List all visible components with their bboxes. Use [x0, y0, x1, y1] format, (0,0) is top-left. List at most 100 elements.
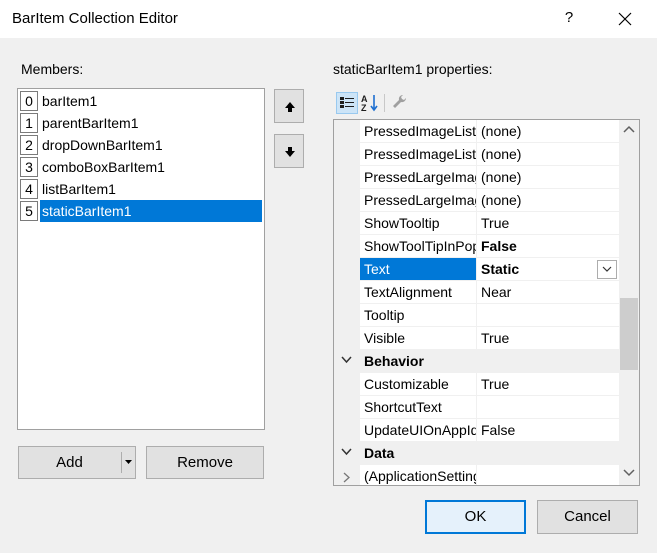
chevron-right-icon[interactable]: [343, 472, 350, 483]
category-name: Behavior: [360, 350, 477, 373]
remove-button[interactable]: Remove: [146, 446, 264, 479]
member-index: 5: [20, 201, 38, 221]
title-bar: BarItem Collection Editor ?: [0, 0, 657, 38]
ok-button[interactable]: OK: [425, 500, 526, 534]
member-index: 1: [20, 113, 38, 133]
toolbar-separator: [384, 94, 385, 112]
property-value[interactable]: False: [477, 235, 619, 258]
member-name: dropDownBarItem1: [42, 137, 163, 153]
member-item[interactable]: 4 listBarItem1: [18, 178, 264, 200]
chevron-down-icon[interactable]: [341, 448, 352, 456]
alphabetical-button[interactable]: A Z: [359, 92, 381, 114]
property-row[interactable]: PressedImageList (none): [334, 143, 619, 166]
close-icon: [618, 12, 632, 26]
close-button[interactable]: [612, 6, 638, 32]
member-name: listBarItem1: [42, 181, 116, 197]
member-index: 2: [20, 135, 38, 155]
window-title: BarItem Collection Editor: [12, 10, 178, 27]
property-row[interactable]: ShortcutText: [334, 396, 619, 419]
property-grid[interactable]: PressedImageList (none) PressedImageList…: [333, 119, 640, 486]
scroll-thumb[interactable]: [620, 298, 638, 370]
categorized-button[interactable]: [336, 92, 358, 114]
add-button-label: Add: [56, 454, 83, 471]
member-name: parentBarItem1: [42, 115, 139, 131]
property-value[interactable]: [477, 465, 619, 485]
property-value[interactable]: True: [477, 373, 619, 396]
member-index: 0: [20, 91, 38, 111]
cancel-button[interactable]: Cancel: [537, 500, 638, 534]
property-value[interactable]: (none): [477, 166, 619, 189]
property-name: TextAlignment: [360, 281, 477, 304]
property-name: PressedLargeImage: [360, 166, 477, 189]
property-pages-button[interactable]: [390, 92, 412, 114]
property-row[interactable]: UpdateUIOnAppIdle False: [334, 419, 619, 442]
member-index: 4: [20, 179, 38, 199]
property-name: ShortcutText: [360, 396, 477, 419]
property-value[interactable]: (none): [477, 189, 619, 212]
property-name: ShowToolTipInPopup: [360, 235, 477, 258]
property-value[interactable]: False: [477, 419, 619, 442]
property-name: Tooltip: [360, 304, 477, 327]
property-value[interactable]: Near: [477, 281, 619, 304]
svg-text:Z: Z: [361, 103, 367, 113]
property-value[interactable]: [477, 396, 619, 419]
help-button[interactable]: ?: [562, 9, 576, 26]
property-name: (ApplicationSettings): [360, 465, 477, 485]
members-label: Members:: [21, 61, 84, 77]
property-value[interactable]: (none): [477, 143, 619, 166]
member-name: staticBarItem1: [40, 200, 262, 222]
property-name: PressedImageList: [360, 143, 477, 166]
categorized-icon: [340, 97, 354, 108]
property-row[interactable]: Tooltip: [334, 304, 619, 327]
property-row[interactable]: ShowToolTipInPopup False: [334, 235, 619, 258]
property-name: PressedImageList: [360, 120, 477, 143]
properties-label: staticBarItem1 properties:: [333, 61, 493, 77]
vertical-scrollbar[interactable]: [619, 120, 639, 485]
member-item[interactable]: 2 dropDownBarItem1: [18, 134, 264, 156]
property-row[interactable]: PressedImageList (none): [334, 120, 619, 143]
property-value[interactable]: (none): [477, 120, 619, 143]
property-row[interactable]: Visible True: [334, 327, 619, 350]
property-name: UpdateUIOnAppIdle: [360, 419, 477, 442]
property-row[interactable]: PressedLargeImage (none): [334, 189, 619, 212]
member-index: 3: [20, 157, 38, 177]
property-row-selected[interactable]: Text Static: [334, 258, 619, 281]
member-item[interactable]: 0 barItem1: [18, 90, 264, 112]
member-name: barItem1: [42, 93, 98, 109]
move-up-button[interactable]: [274, 89, 304, 123]
property-value[interactable]: True: [477, 212, 619, 235]
property-name: Text: [360, 258, 477, 281]
category-name: Data: [360, 442, 477, 465]
property-name: ShowTooltip: [360, 212, 477, 235]
member-item-selected[interactable]: 5 staticBarItem1: [18, 200, 264, 222]
scroll-up-icon[interactable]: [623, 125, 635, 133]
member-item[interactable]: 1 parentBarItem1: [18, 112, 264, 134]
chevron-down-icon[interactable]: [125, 460, 132, 465]
split-divider: [121, 452, 122, 473]
property-row[interactable]: ShowTooltip True: [334, 212, 619, 235]
property-row[interactable]: Customizable True: [334, 373, 619, 396]
member-name: comboBoxBarItem1: [42, 159, 165, 175]
property-name: Customizable: [360, 373, 477, 396]
category-data[interactable]: Data: [334, 442, 619, 465]
property-row[interactable]: TextAlignment Near: [334, 281, 619, 304]
value-dropdown-button[interactable]: [597, 260, 617, 279]
property-name: Visible: [360, 327, 477, 350]
chevron-down-icon[interactable]: [341, 356, 352, 364]
scroll-down-icon[interactable]: [623, 469, 635, 477]
property-value[interactable]: True: [477, 327, 619, 350]
arrow-down-icon: [285, 147, 295, 157]
add-button[interactable]: Add: [18, 446, 136, 479]
wrench-icon: [393, 94, 407, 108]
property-row[interactable]: PressedLargeImage (none): [334, 166, 619, 189]
move-down-button[interactable]: [274, 134, 304, 168]
property-row[interactable]: (ApplicationSettings): [334, 465, 619, 485]
property-value[interactable]: [477, 304, 619, 327]
property-name: PressedLargeImage: [360, 189, 477, 212]
chevron-down-icon: [602, 266, 612, 272]
category-behavior[interactable]: Behavior: [334, 350, 619, 373]
members-list[interactable]: 0 barItem1 1 parentBarItem1 2 dropDownBa…: [17, 88, 265, 430]
sort-alphabetical-icon: A Z: [361, 94, 378, 113]
arrow-up-icon: [285, 102, 295, 112]
member-item[interactable]: 3 comboBoxBarItem1: [18, 156, 264, 178]
